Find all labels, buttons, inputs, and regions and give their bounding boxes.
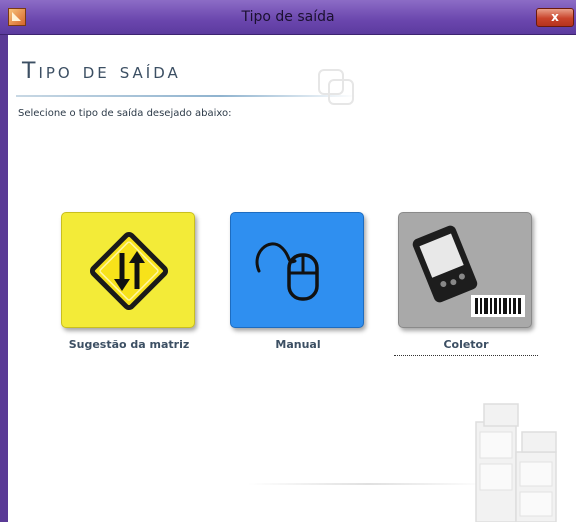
option-manual[interactable]: Manual <box>230 212 366 351</box>
stacked-boxes-icon <box>475 403 557 522</box>
handheld-barcode-scanner-icon <box>412 225 525 317</box>
window: Tipo de saída x Tipo de saída Selecione … <box>0 0 576 522</box>
decorative-squares-icon <box>318 69 354 105</box>
window-title: Tipo de saída <box>241 9 335 25</box>
title-bar[interactable]: Tipo de saída x <box>0 0 576 35</box>
manual-label[interactable]: Manual <box>220 338 376 351</box>
heading-divider <box>16 95 356 97</box>
sugestao-label[interactable]: Sugestão da matriz <box>51 338 207 351</box>
coletor-label[interactable]: Coletor <box>388 338 544 351</box>
focus-underline <box>394 355 538 356</box>
close-button[interactable]: x <box>536 8 574 27</box>
page-title: Tipo de saída <box>22 59 181 84</box>
manual-tile[interactable] <box>230 212 364 328</box>
road-sign-arrows-icon <box>89 231 169 311</box>
sugestao-tile[interactable] <box>61 212 195 328</box>
mouse-icon <box>255 242 319 301</box>
coletor-tile[interactable] <box>398 212 532 328</box>
footer-divider <box>248 483 488 485</box>
option-sugestao-da-matriz[interactable]: Sugestão da matriz <box>61 212 197 351</box>
instruction-text: Selecione o tipo de saída desejado abaix… <box>18 108 232 119</box>
dialog-content: Tipo de saída Selecione o tipo de saída … <box>8 35 576 522</box>
option-coletor[interactable]: Coletor <box>394 212 538 356</box>
